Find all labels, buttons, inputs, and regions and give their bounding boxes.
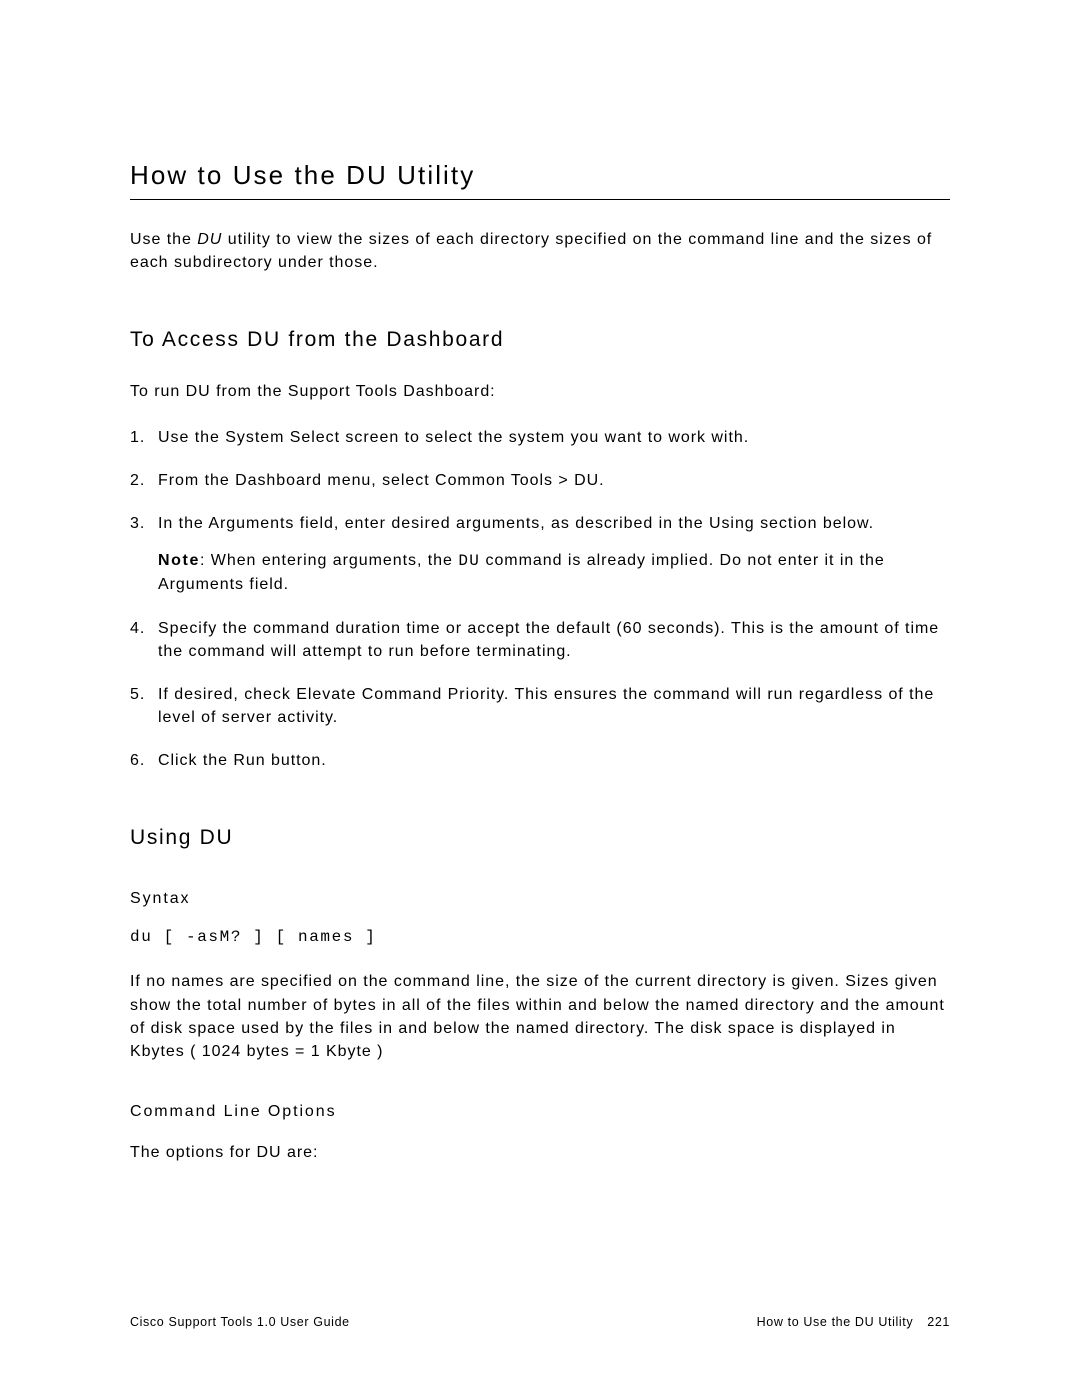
step-item: 6. Click the Run button. (130, 749, 950, 772)
footer-right-label: How to Use the DU Utility (757, 1315, 914, 1329)
footer-right: How to Use the DU Utility 221 (757, 1315, 950, 1329)
footer-left: Cisco Support Tools 1.0 User Guide (130, 1315, 350, 1329)
step-text: Use the System Select screen to select t… (158, 429, 749, 446)
note-label: Note (158, 552, 200, 569)
step-text: From the Dashboard menu, select Common T… (158, 472, 605, 489)
page-title: How to Use the DU Utility (130, 160, 950, 200)
step-item: 4. Specify the command duration time or … (130, 617, 950, 663)
step-number: 3. (130, 512, 145, 535)
step-item: 2. From the Dashboard menu, select Commo… (130, 469, 950, 492)
step-item: 5. If desired, check Elevate Command Pri… (130, 683, 950, 729)
note-pre: : When entering arguments, the (200, 552, 458, 569)
step-number: 2. (130, 469, 145, 492)
step-item: 3. In the Arguments field, enter desired… (130, 512, 950, 597)
using-description: If no names are specified on the command… (130, 970, 950, 1063)
step-text: If desired, check Elevate Command Priori… (158, 686, 934, 726)
step-number: 5. (130, 683, 145, 706)
page-footer: Cisco Support Tools 1.0 User Guide How t… (130, 1315, 950, 1329)
intro-paragraph: Use the DU utility to view the sizes of … (130, 228, 950, 274)
syntax-code: du [ -asM? ] [ names ] (130, 928, 950, 946)
step-number: 1. (130, 426, 145, 449)
access-lead: To run DU from the Support Tools Dashboa… (130, 380, 950, 403)
intro-post: utility to view the sizes of each direct… (130, 231, 932, 271)
step-text: In the Arguments field, enter desired ar… (158, 515, 874, 532)
note-mono: DU (458, 552, 480, 570)
step-text: Click the Run button. (158, 752, 327, 769)
step-number: 6. (130, 749, 145, 772)
clo-heading: Command Line Options (130, 1103, 950, 1121)
intro-pre: Use the (130, 231, 197, 248)
section-heading-using: Using DU (130, 826, 950, 850)
step-number: 4. (130, 617, 145, 640)
document-page: How to Use the DU Utility Use the DU uti… (0, 0, 1080, 1397)
access-steps-list: 1. Use the System Select screen to selec… (130, 426, 950, 773)
step-note: Note: When entering arguments, the DU co… (158, 549, 950, 596)
intro-emphasis: DU (197, 231, 222, 248)
step-text: Specify the command duration time or acc… (158, 620, 939, 660)
clo-lead: The options for DU are: (130, 1141, 950, 1164)
section-heading-access: To Access DU from the Dashboard (130, 328, 950, 352)
footer-page-number: 221 (927, 1315, 950, 1329)
step-item: 1. Use the System Select screen to selec… (130, 426, 950, 449)
syntax-heading: Syntax (130, 890, 950, 908)
